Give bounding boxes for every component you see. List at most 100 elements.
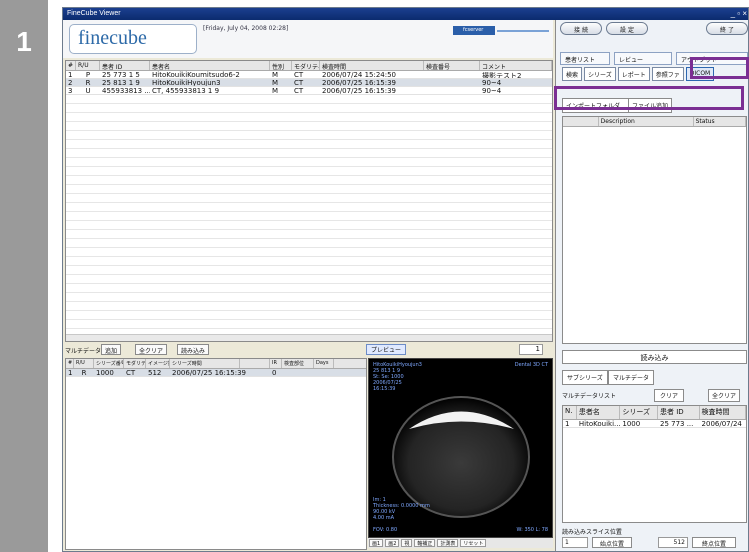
- series-button[interactable]: シリーズ: [584, 67, 616, 81]
- col-description[interactable]: Description: [599, 117, 694, 126]
- cell-mod: CT: [294, 71, 304, 78]
- table-row[interactable]: 1 P 25 773 1 5 HitoKouikiKoumitsudo6-2 M…: [66, 71, 552, 79]
- col-exam-no[interactable]: 検査番号: [424, 61, 480, 70]
- tab-multi-data[interactable]: マルチデータ: [608, 370, 655, 385]
- col-comment[interactable]: コメント: [480, 61, 552, 70]
- col-patient-id[interactable]: 患者 ID: [658, 406, 700, 419]
- table-row[interactable]: 3 U 455933813 ... CT, 455933813 1 9 M CT…: [66, 87, 552, 95]
- settings-button[interactable]: 設 定: [606, 22, 648, 35]
- col-series[interactable]: シリーズ番号: [94, 359, 124, 368]
- end-position-button[interactable]: 終点位置: [692, 537, 736, 548]
- multi-data-label: マルチデータ: [65, 348, 102, 355]
- horizontal-scrollbar[interactable]: [66, 334, 552, 341]
- cell-ir: 0: [272, 369, 277, 376]
- col-status[interactable]: Status: [694, 117, 746, 126]
- table-row[interactable]: 2 R 25 813 1 9 HitoKouikiHyoujun3 M CT 2…: [66, 79, 552, 87]
- preview-window-level: W: 350 L: 78: [516, 527, 548, 533]
- clear-button[interactable]: クリア: [654, 389, 685, 402]
- col-num[interactable]: #: [66, 359, 74, 368]
- report-button[interactable]: レポート: [617, 67, 650, 81]
- preview-tools: 画1 画2 視 軸補正 計測表 リセット: [368, 538, 553, 548]
- search-button[interactable]: 検索: [562, 67, 583, 81]
- tool-view2[interactable]: 画2: [385, 539, 400, 547]
- connect-button[interactable]: 接 続: [560, 22, 602, 35]
- multi-list-bar: マルチデータリスト クリア 全クリア: [562, 389, 747, 402]
- preview-info: HitoKouikiHyoujun3 25 813 1 9 St: Se: 10…: [373, 362, 422, 392]
- page-number-input[interactable]: 1: [519, 344, 543, 355]
- col-patient-name[interactable]: 患者名: [577, 406, 621, 419]
- col-exam-time[interactable]: 検査時間: [320, 61, 424, 70]
- slice-start-input[interactable]: 1: [562, 537, 588, 548]
- window-title: FineCube Viewer: [67, 10, 121, 17]
- add-button[interactable]: 追加: [101, 344, 122, 355]
- col-ir[interactable]: IR: [270, 359, 282, 368]
- slice-label: 読み込みスライス位置: [562, 529, 622, 536]
- tab-patient-list[interactable]: 患者リスト: [560, 52, 610, 65]
- cell-sex: M: [272, 87, 279, 94]
- col-exam-time[interactable]: 検査時間: [700, 406, 746, 419]
- cell-name: CT, 455933813 1 9: [152, 87, 220, 94]
- step-bar: [0, 0, 48, 552]
- multi-list-header: # R/U シリーズ番号 モダリティ イメージ数 シリーズ時間 IR 検査部位 …: [66, 359, 366, 369]
- cell-name: HitoKouiki...: [578, 420, 621, 427]
- mlist-header: N. 患者名 シリーズ 患者 ID 検査時間: [563, 406, 746, 420]
- cell-ru: R: [85, 79, 91, 86]
- col-days[interactable]: Days: [314, 359, 334, 368]
- col-ru[interactable]: R/U: [76, 61, 100, 70]
- col-ru[interactable]: R/U: [74, 359, 94, 368]
- col-patient-name[interactable]: 患者名: [150, 61, 270, 70]
- clear-all-button[interactable]: 全クリア: [135, 344, 168, 355]
- col-sex[interactable]: 性別: [270, 61, 292, 70]
- tool-view3[interactable]: 視: [401, 539, 413, 547]
- study-list[interactable]: # R/U 患者 ID 患者名 性別 モダリティ 検査時間 検査番号 コメント …: [65, 60, 553, 342]
- table-row[interactable]: 1 HitoKouiki... 1000 25 773 ... 2006/07/…: [563, 420, 746, 428]
- tab-review[interactable]: レビュー: [614, 52, 672, 65]
- table-row[interactable]: 1 R 1000 CT 512 2006/07/25 16:15:39 0: [66, 369, 366, 377]
- col-blank[interactable]: [563, 117, 599, 126]
- multi-list-label: マルチデータリスト: [562, 393, 617, 400]
- cell-time: 2006/07/24 15:24:50: [322, 71, 397, 78]
- dicom-import-list[interactable]: Description Status: [562, 116, 747, 344]
- cell-name: HitoKouikiKoumitsudo6-2: [152, 71, 240, 78]
- reference-button[interactable]: 参照ファ: [651, 67, 684, 81]
- read-button[interactable]: 読み込み: [562, 350, 747, 364]
- col-exam-part[interactable]: 検査部位: [282, 359, 314, 368]
- tool-axis[interactable]: 軸補正: [414, 539, 436, 547]
- tool-measure[interactable]: 計測表: [437, 539, 459, 547]
- tool-reset[interactable]: リセット: [460, 539, 487, 547]
- col-modality[interactable]: モダリティ: [292, 61, 320, 70]
- cell-name: HitoKouikiHyoujun3: [152, 79, 221, 86]
- col-images[interactable]: イメージ数: [146, 359, 170, 368]
- highlight-dicom: [690, 57, 749, 79]
- col-series[interactable]: シリーズ: [620, 406, 658, 419]
- exit-button[interactable]: 終 了: [706, 22, 748, 35]
- col-n[interactable]: N.: [563, 406, 577, 419]
- multi-data-list-right[interactable]: N. 患者名 シリーズ 患者 ID 検査時間 1 HitoKouiki... 1…: [562, 405, 747, 523]
- study-list-header: # R/U 患者 ID 患者名 性別 モダリティ 検査時間 検査番号 コメント: [66, 61, 552, 71]
- multi-data-list[interactable]: # R/U シリーズ番号 モダリティ イメージ数 シリーズ時間 IR 検査部位 …: [65, 358, 367, 550]
- ct-preview[interactable]: HitoKouikiHyoujun3 25 813 1 9 St: Se: 10…: [368, 358, 553, 538]
- start-position-button[interactable]: 始点位置: [592, 537, 632, 548]
- window-controls[interactable]: _ ▫ ×: [731, 9, 747, 18]
- preview-button[interactable]: プレビュー: [366, 344, 406, 355]
- app-header: finecube [Friday, July 04, 2008 02:28] f…: [63, 20, 553, 58]
- import-list-header: Description Status: [563, 117, 746, 127]
- col-modality[interactable]: モダリティ: [124, 359, 146, 368]
- highlight-import: [554, 86, 744, 110]
- clear-all-button[interactable]: 全クリア: [708, 389, 741, 402]
- multi-data-toolbar: マルチデータ 追加 全クリア 読み込み: [65, 344, 553, 356]
- cell-time: 2006/07/24: [701, 420, 742, 427]
- cell-ru: P: [85, 71, 91, 78]
- col-series-time[interactable]: シリーズ時間: [170, 359, 240, 368]
- tab-sub-series[interactable]: サブシリーズ: [562, 370, 608, 385]
- cell-mod: CT: [294, 79, 304, 86]
- col-blank[interactable]: [240, 359, 270, 368]
- tool-view1[interactable]: 画1: [369, 539, 384, 547]
- cell-ru: U: [85, 87, 91, 94]
- cell-mod: CT: [126, 369, 136, 376]
- col-num[interactable]: #: [66, 61, 76, 70]
- slice-end-input[interactable]: 512: [658, 537, 688, 548]
- cell-comment: 90~4: [482, 79, 502, 86]
- col-patient-id[interactable]: 患者 ID: [100, 61, 150, 70]
- load-button[interactable]: 読み込み: [177, 344, 210, 355]
